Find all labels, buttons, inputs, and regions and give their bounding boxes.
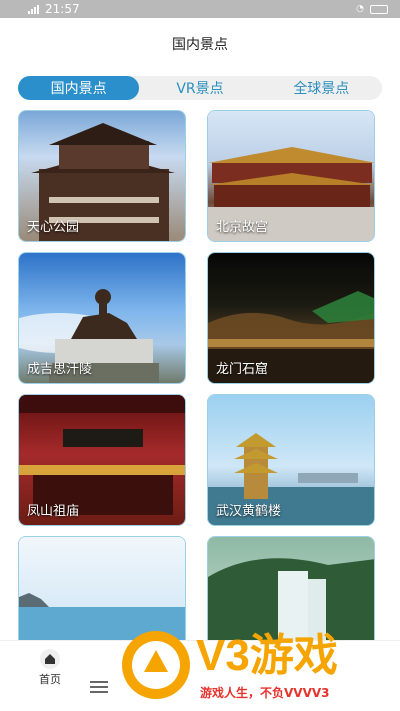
status-right: ◔	[356, 4, 388, 14]
tab-domestic[interactable]: 国内景点	[18, 76, 140, 100]
menu-icon[interactable]	[90, 681, 108, 693]
status-left: 21:57	[28, 2, 80, 16]
spot-label: 武汉黄鹤楼	[216, 504, 282, 519]
spot-label: 凤山祖庙	[27, 504, 80, 519]
spot-card-forbidden-city[interactable]: 北京故宫	[207, 110, 375, 242]
spot-card-fengshan-temple[interactable]: 凤山祖庙	[18, 394, 186, 526]
spot-label: 成吉思汗陵	[27, 362, 93, 377]
status-time: 21:57	[45, 2, 80, 16]
wifi-icon: ◔	[356, 4, 364, 14]
signal-icon	[28, 4, 39, 14]
page-title: 国内景点	[172, 37, 228, 53]
spot-card-longmen-grottoes[interactable]: 龙门石窟	[207, 252, 375, 384]
spot-label: 北京故宫	[216, 220, 269, 235]
tab-vr[interactable]: VR景点	[139, 76, 260, 100]
spot-card-yellow-crane-tower[interactable]: 武汉黄鹤楼	[207, 394, 375, 526]
watermark-slogan: 游戏人生，不负VVVV3	[200, 686, 330, 700]
nav-home[interactable]: 首页	[26, 649, 74, 689]
tab-bar: 国内景点 VR景点 全球景点	[18, 76, 382, 100]
tab-global[interactable]: 全球景点	[261, 76, 382, 100]
watermark-brand: V3游戏	[196, 631, 338, 680]
status-bar: 21:57 ◔	[0, 0, 400, 18]
spot-card-genghis-mausoleum[interactable]: 成吉思汗陵	[18, 252, 186, 384]
nav-home-label: 首页	[39, 673, 61, 686]
spot-label: 天心公园	[27, 220, 80, 235]
battery-icon	[370, 4, 388, 14]
home-icon	[40, 649, 60, 669]
spot-grid: 天心公园 北京故宫 成吉思汗陵 龙门石窟 凤山祖庙 武汉黄鹤楼	[18, 110, 375, 668]
spot-label: 龙门石窟	[216, 362, 269, 377]
spot-card-tianxin-park[interactable]: 天心公园	[18, 110, 186, 242]
content-sheet: 国内景点 国内景点 VR景点 全球景点 天心公园 北京故宫 成吉思汗陵 龙门石窟…	[0, 18, 400, 711]
